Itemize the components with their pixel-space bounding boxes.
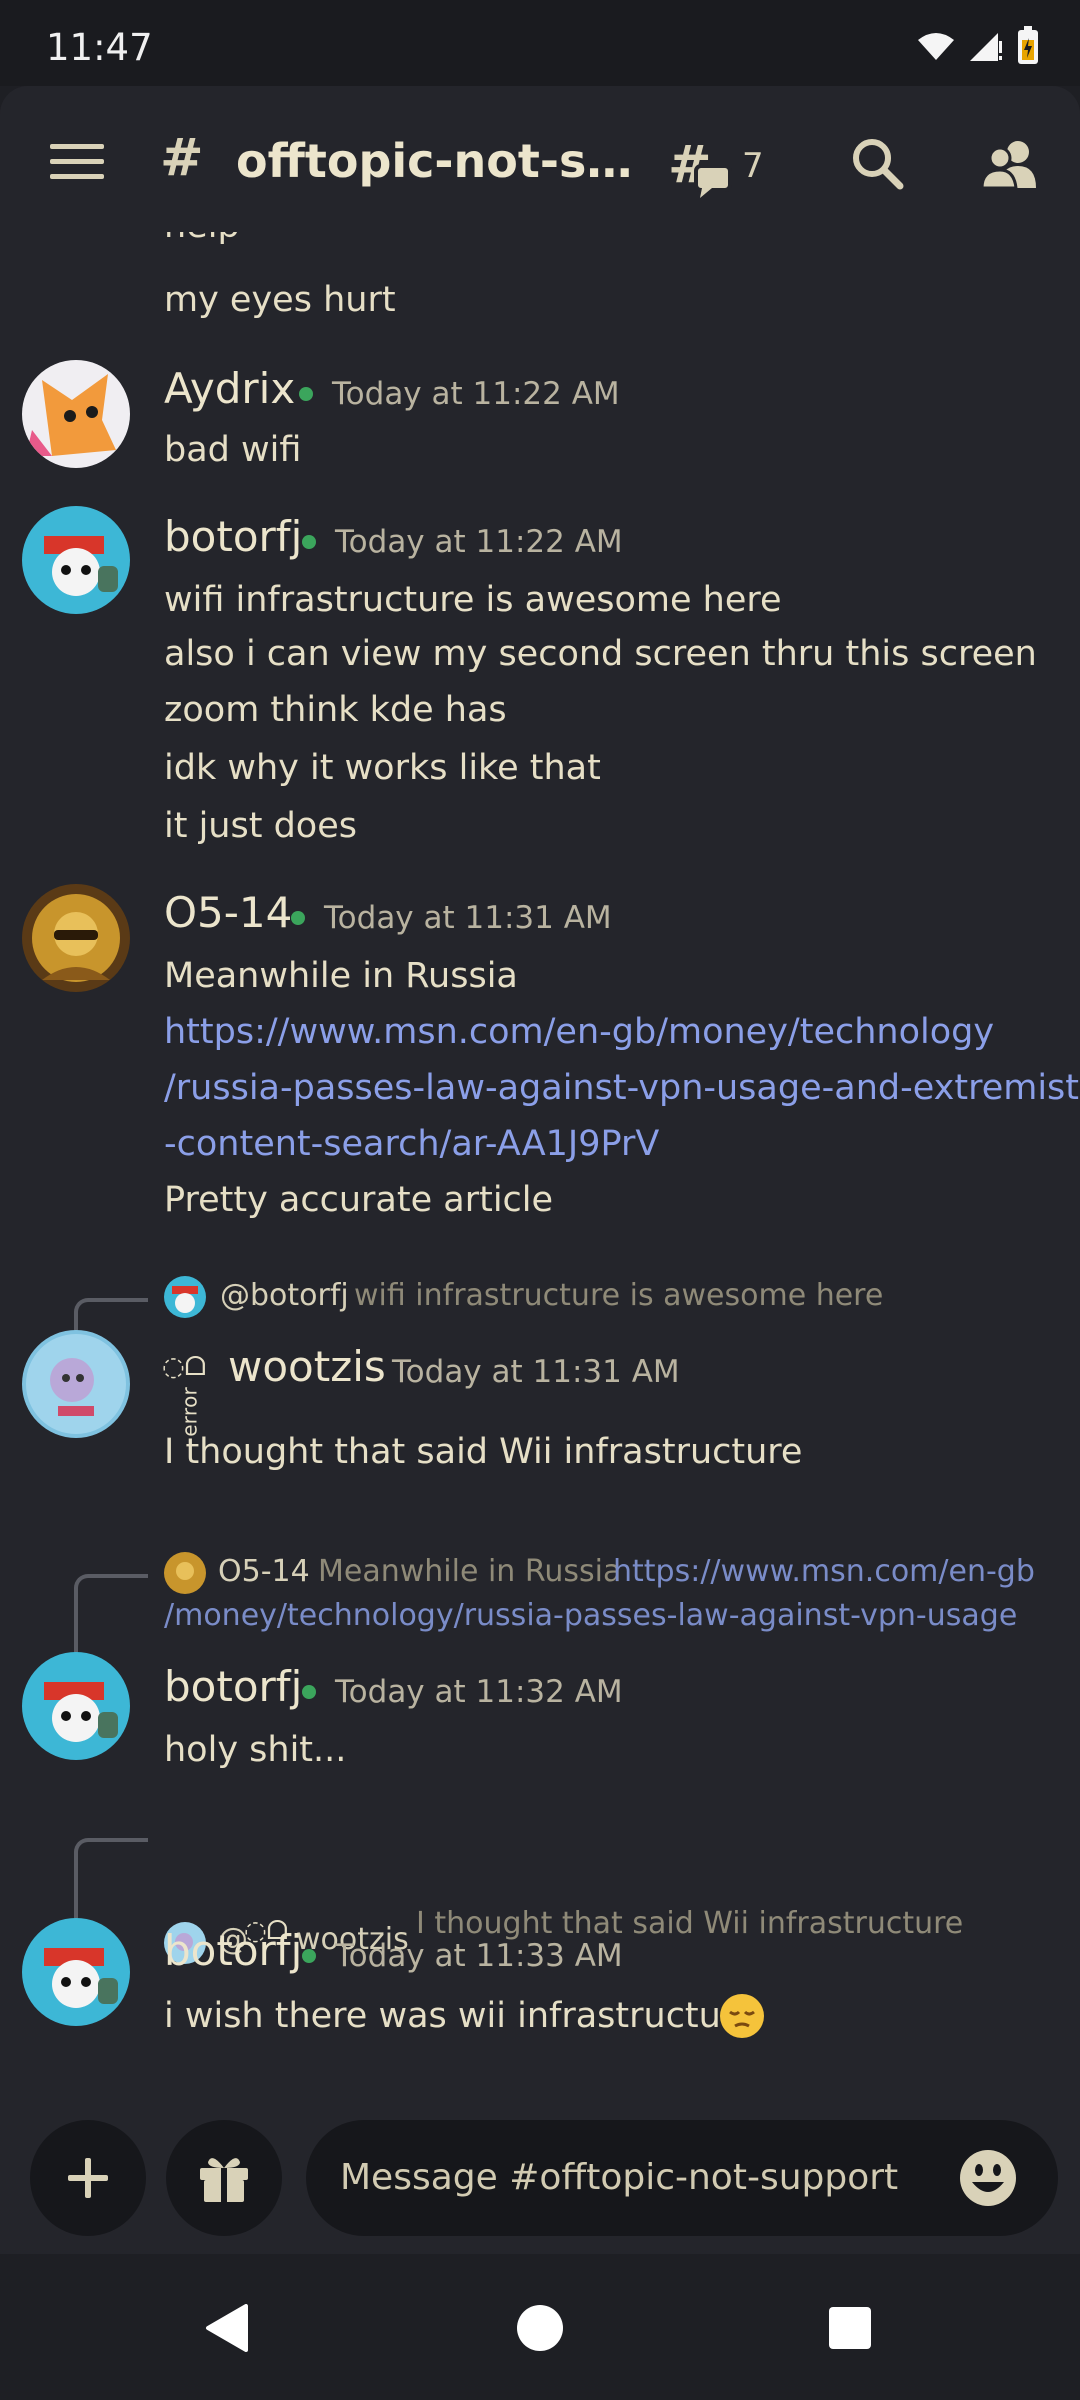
channel-title[interactable]: offtopic-not-support	[236, 134, 636, 188]
message-line: I thought that said Wii infrastructure	[164, 1432, 803, 1472]
channel-view: # offtopic-not-support # 7 help my eyes …	[0, 86, 1080, 2254]
battery-icon	[1018, 26, 1038, 64]
gift-icon	[200, 2158, 248, 2202]
avatar[interactable]	[22, 360, 130, 468]
online-indicator	[302, 1685, 316, 1699]
online-indicator	[299, 387, 313, 401]
message-line: it just does	[164, 806, 357, 846]
reply-username[interactable]: @botorfj	[220, 1278, 349, 1313]
thread-count: 7	[742, 146, 764, 186]
back-triangle-icon[interactable]	[204, 2304, 252, 2352]
timestamp: Today at 11:22 AM	[332, 376, 620, 412]
avatar[interactable]	[22, 1652, 130, 1760]
reply-preview[interactable]: I thought that said Wii infrastructure	[416, 1906, 963, 1941]
username[interactable]: botorfj	[164, 512, 302, 561]
message-link[interactable]: -content-search/ar-AA1J9PrV	[164, 1124, 659, 1164]
message-line: wifi infrastructure is awesome here	[164, 580, 782, 620]
message-line: bad wifi	[164, 430, 302, 470]
status-bar: 11:47	[0, 0, 1080, 86]
signal-icon	[970, 33, 1002, 61]
timestamp: Today at 11:32 AM	[335, 1674, 623, 1710]
timestamp: Today at 11:22 AM	[335, 524, 623, 560]
message-list[interactable]: help my eyes hurt Aydrix Today at 11:22 …	[0, 232, 1080, 2162]
online-indicator	[291, 911, 305, 925]
gift-button[interactable]	[166, 2120, 282, 2236]
message-input[interactable]	[306, 2120, 1058, 2236]
username[interactable]: botorfj	[164, 1662, 302, 1711]
home-circle-icon[interactable]	[516, 2304, 564, 2352]
message-link[interactable]: /russia-passes-law-against-vpn-usage-and…	[164, 1068, 1079, 1108]
recents-square-icon[interactable]	[828, 2306, 872, 2350]
timestamp: Today at 11:31 AM	[392, 1354, 680, 1390]
reply-preview[interactable]: wifi infrastructure is awesome here	[354, 1278, 883, 1313]
message-line: Pretty accurate article	[164, 1180, 554, 1220]
avatar[interactable]	[22, 506, 130, 614]
online-indicator	[302, 535, 316, 549]
message-composer	[0, 2076, 1080, 2254]
name-decoration: ɹoɹɹǝ	[180, 1387, 205, 1437]
reply-link[interactable]: https://www.msn.com/en-gb	[613, 1554, 1035, 1589]
username[interactable]: O5-14	[164, 888, 292, 937]
reply-avatar	[164, 1276, 206, 1318]
message-link[interactable]: https://www.msn.com/en-gb/money/technolo…	[164, 1012, 994, 1052]
timestamp: Today at 11:31 AM	[324, 900, 612, 936]
message-line: Meanwhile in Russia	[164, 956, 518, 996]
online-indicator	[302, 1949, 316, 1963]
reply-avatar	[164, 1552, 206, 1594]
reply-link[interactable]: /money/technology/russia-passes-law-agai…	[164, 1598, 1017, 1633]
username[interactable]: Aydrix	[164, 364, 295, 413]
username[interactable]: botorfj	[164, 1926, 302, 1975]
wifi-icon	[918, 33, 954, 60]
avatar[interactable]	[22, 1330, 130, 1438]
add-attachment-button[interactable]	[30, 2120, 146, 2236]
message-line: zoom think kde has	[164, 690, 507, 730]
plus-icon	[68, 2158, 108, 2198]
avatar[interactable]	[22, 884, 130, 992]
username[interactable]: wootzis	[228, 1342, 386, 1391]
members-icon[interactable]	[978, 138, 1042, 190]
avatar[interactable]	[22, 1918, 130, 2026]
reply-connector	[74, 1298, 148, 1334]
name-decoration: ◌ᗝ	[162, 1352, 207, 1382]
message-line: i wish there was wii infrastructure	[164, 1996, 756, 2036]
threads-icon[interactable]: #	[668, 138, 734, 200]
message-line: my eyes hurt	[164, 280, 396, 320]
status-time: 11:47	[46, 26, 153, 69]
channel-header: # offtopic-not-support # 7	[0, 86, 1080, 232]
message-line: also i can view my second screen thru th…	[164, 634, 1037, 674]
search-icon[interactable]	[850, 136, 904, 190]
pensive-emoji-icon	[720, 1994, 764, 2038]
message-line: help	[164, 232, 240, 246]
channel-hash-icon: #	[160, 128, 204, 188]
status-icons	[916, 26, 1040, 66]
timestamp: Today at 11:33 AM	[335, 1938, 623, 1974]
reply-username[interactable]: O5-14	[218, 1554, 310, 1589]
reply-preview[interactable]: Meanwhile in Russia	[318, 1554, 621, 1589]
message-line: holy shit...	[164, 1730, 347, 1770]
system-nav-bar	[0, 2254, 1080, 2400]
hamburger-icon[interactable]	[50, 142, 104, 182]
message-line: idk why it works like that	[164, 748, 601, 788]
emoji-icon[interactable]	[958, 2148, 1018, 2208]
